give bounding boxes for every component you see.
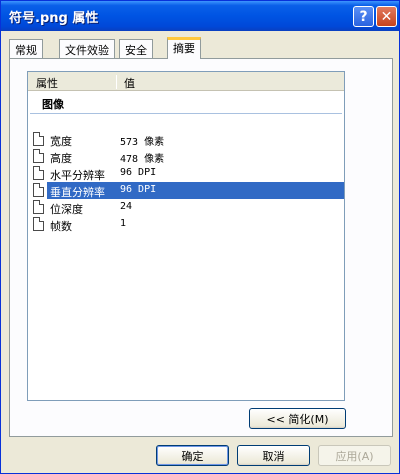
- group-divider: [30, 113, 342, 114]
- row-name: 垂直分辨率: [50, 186, 105, 199]
- summary-panel: 属性 值 图像 宽度 573 像素 高度 478 像素 水平分辨率 96 DPI: [9, 58, 393, 437]
- simplify-button[interactable]: << 简化(M): [249, 408, 346, 429]
- row-value: 1: [120, 218, 127, 229]
- document-icon: [33, 149, 44, 163]
- list-row-bit-depth[interactable]: 位深度 24: [28, 199, 344, 216]
- apply-button[interactable]: 应用(A): [318, 445, 391, 466]
- list-row-height[interactable]: 高度 478 像素: [28, 148, 344, 165]
- column-divider[interactable]: [116, 75, 117, 89]
- document-icon: [33, 183, 44, 197]
- row-value: 573 像素: [120, 137, 165, 148]
- row-name: 帧数: [50, 220, 72, 233]
- tab-general[interactable]: 常规: [9, 39, 43, 58]
- row-value: 24: [120, 201, 133, 212]
- document-icon: [33, 166, 44, 180]
- close-button[interactable]: ✕: [376, 6, 397, 27]
- row-value: 478 像素: [120, 154, 165, 165]
- properties-dialog: 符号.png 属性 ? ✕ 常规 文件效验 安全 摘要 属性 值 图像 宽度 5…: [0, 0, 400, 474]
- tab-security[interactable]: 安全: [119, 39, 153, 58]
- column-header-property[interactable]: 属性: [36, 75, 58, 91]
- row-name: 宽度: [50, 135, 72, 148]
- row-name: 位深度: [50, 203, 83, 216]
- list-header: 属性 值: [28, 72, 344, 91]
- document-icon: [33, 200, 44, 214]
- list-row-vertical-resolution[interactable]: 垂直分辨率 96 DPI: [28, 182, 344, 199]
- row-value: 96 DPI: [120, 184, 157, 195]
- document-icon: [33, 132, 44, 146]
- ok-button[interactable]: 确定: [156, 445, 229, 466]
- column-header-value[interactable]: 值: [124, 75, 135, 91]
- list-row-width[interactable]: 宽度 573 像素: [28, 131, 344, 148]
- property-list[interactable]: 属性 值 图像 宽度 573 像素 高度 478 像素 水平分辨率 96 DPI: [27, 71, 345, 401]
- list-row-frame-count[interactable]: 帧数 1: [28, 216, 344, 233]
- tab-checksum[interactable]: 文件效验: [59, 39, 115, 58]
- title-bar[interactable]: 符号.png 属性 ? ✕: [1, 1, 399, 31]
- document-icon: [33, 217, 44, 231]
- tab-strip: 常规 文件效验 安全 摘要: [9, 37, 393, 59]
- row-name: 高度: [50, 152, 72, 165]
- cancel-button[interactable]: 取消: [237, 445, 310, 466]
- help-button[interactable]: ?: [353, 6, 374, 27]
- window-title: 符号.png 属性: [9, 11, 99, 26]
- row-name: 水平分辨率: [50, 169, 105, 182]
- group-header-image: 图像: [42, 98, 64, 111]
- row-value: 96 DPI: [120, 167, 157, 178]
- tab-summary[interactable]: 摘要: [167, 37, 201, 59]
- list-row-horizontal-resolution[interactable]: 水平分辨率 96 DPI: [28, 165, 344, 182]
